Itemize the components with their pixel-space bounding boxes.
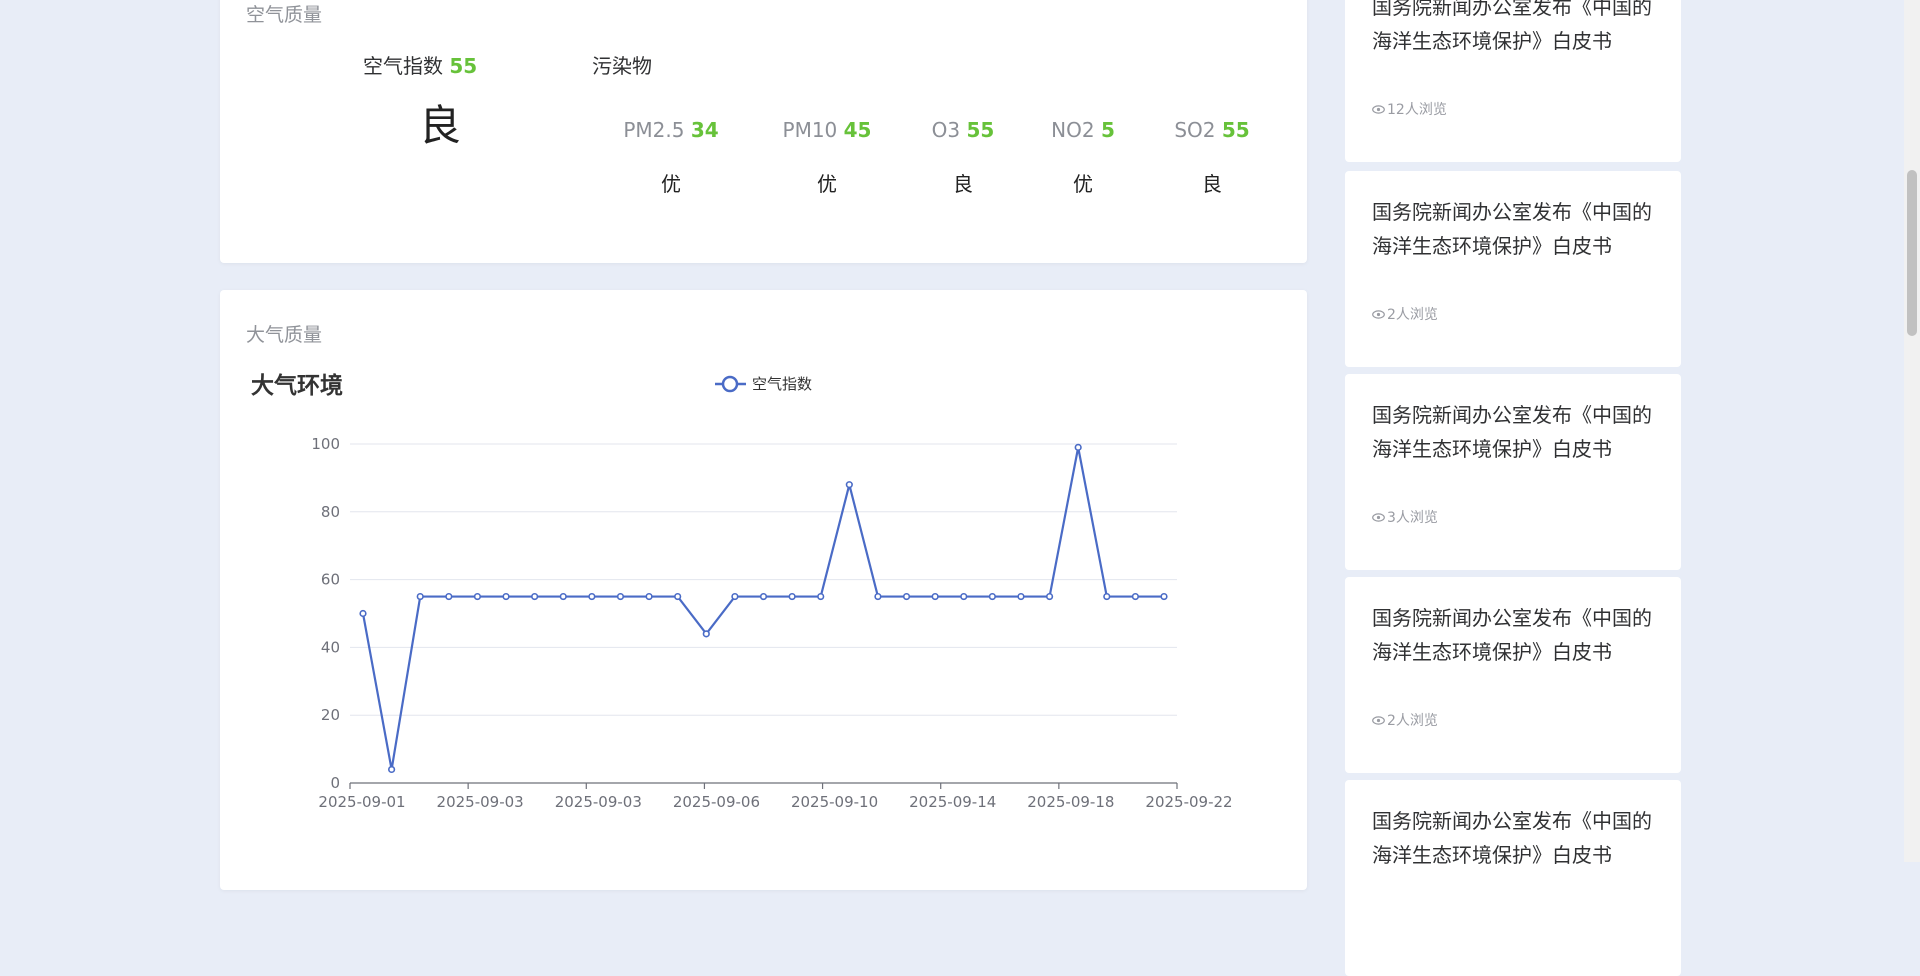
air-quality-title: 空气质量: [246, 4, 323, 26]
pollutant-level: 优: [817, 172, 837, 196]
news-views-text: 2人浏览: [1387, 713, 1438, 729]
y-tick-label: 100: [311, 435, 340, 453]
pollutant-value: 45: [843, 118, 872, 142]
news-views-text: 2人浏览: [1387, 307, 1438, 323]
aqi-label-text: 空气指数: [363, 54, 443, 78]
eye-icon: [1372, 715, 1385, 725]
pollutant-pm10: PM10 45 优: [757, 118, 897, 197]
news-item[interactable]: 国务院新闻办公室发布《中国的海洋生态环境保护》白皮书: [1345, 780, 1681, 976]
x-tick-label: 2025-09-22: [1145, 793, 1232, 811]
data-point: [788, 592, 796, 601]
pollutant-name: SO2: [1174, 118, 1216, 142]
data-point: [674, 592, 682, 601]
pollutant-value: 55: [1221, 118, 1250, 142]
legend-marker: [721, 375, 739, 393]
pollutant-level: 优: [1073, 172, 1093, 196]
data-point: [817, 592, 825, 601]
aqi-label: 空气指数 55: [363, 50, 477, 79]
data-point: [388, 765, 396, 774]
data-point: [931, 592, 939, 601]
data-point: [588, 592, 596, 601]
news-views: 2人浏览: [1372, 710, 1438, 730]
x-tick-label: 2025-09-18: [1027, 793, 1114, 811]
data-point: [445, 592, 453, 601]
data-point: [559, 592, 567, 601]
news-views: 3人浏览: [1372, 507, 1438, 527]
pollutant-name: PM2.5: [623, 118, 685, 142]
pollutant-level: 优: [661, 172, 681, 196]
pollutant-value: 5: [1100, 118, 1115, 142]
pollutant-level: 良: [953, 172, 973, 196]
legend-label: 空气指数: [752, 375, 812, 393]
aqi-level: 良: [418, 101, 461, 150]
pollutant-so2: SO2 55 良: [1142, 118, 1282, 197]
eye-icon: [1372, 104, 1385, 114]
y-tick-label: 0: [330, 774, 340, 792]
data-point: [1074, 443, 1082, 451]
news-title[interactable]: 国务院新闻办公室发布《中国的海洋生态环境保护》白皮书: [1372, 195, 1662, 263]
x-tick-label: 2025-09-06: [673, 793, 760, 811]
news-views-text: 12人浏览: [1387, 102, 1447, 118]
data-point: [531, 592, 539, 601]
data-point: [616, 592, 625, 601]
pollutant-title: 污染物: [592, 54, 652, 78]
series-line: [361, 447, 1164, 770]
y-tick-label: 80: [321, 503, 340, 521]
news-views: 12人浏览: [1372, 99, 1447, 119]
pollutant-o3: O3 55 良: [893, 118, 1033, 197]
scrollbar-thumb[interactable]: [1907, 170, 1917, 336]
news-title[interactable]: 国务院新闻办公室发布《中国的海洋生态环境保护》白皮书: [1372, 0, 1662, 58]
data-point: [960, 592, 968, 601]
data-point: [473, 592, 482, 601]
y-tick-label: 60: [321, 571, 340, 589]
x-tick-label: 2025-09-03: [437, 793, 524, 811]
data-point: [502, 592, 510, 601]
y-tick-label: 20: [321, 706, 340, 724]
x-tick-label: 2025-09-01: [318, 793, 405, 811]
data-point: [1017, 592, 1025, 601]
data-point: [1131, 592, 1139, 601]
x-tick-label: 2025-09-03: [555, 793, 642, 811]
pollutant-name: NO2: [1051, 118, 1095, 142]
data-point: [845, 481, 853, 489]
news-item[interactable]: 国务院新闻办公室发布《中国的海洋生态环境保护》白皮书 12人浏览: [1345, 0, 1681, 162]
x-tick-label: 2025-09-10: [791, 793, 878, 811]
pollutant-level: 良: [1202, 172, 1222, 196]
news-views-text: 3人浏览: [1387, 510, 1438, 526]
news-title[interactable]: 国务院新闻办公室发布《中国的海洋生态环境保护》白皮书: [1372, 601, 1662, 669]
data-point: [416, 592, 424, 601]
pollutant-pm25: PM2.5 34 优: [601, 118, 741, 197]
data-point: [359, 609, 367, 618]
data-point: [1045, 592, 1054, 601]
air-quality-card: 空气质量 空气指数 55 良 污染物 PM2.5 34 优 PM10 45 优 …: [220, 0, 1307, 263]
data-point: [702, 630, 710, 638]
y-tick-label: 40: [321, 638, 340, 656]
news-item[interactable]: 国务院新闻办公室发布《中国的海洋生态环境保护》白皮书 2人浏览: [1345, 171, 1681, 367]
page-scrollbar[interactable]: [1904, 0, 1920, 862]
news-item[interactable]: 国务院新闻办公室发布《中国的海洋生态环境保护》白皮书 2人浏览: [1345, 577, 1681, 773]
atmosphere-line-chart[interactable]: 大气环境 空气指数 0 20 40 60 80 100 2025-09-01 2025-09-03…: [220, 290, 1307, 862]
data-point: [1103, 592, 1111, 601]
eye-icon: [1372, 512, 1385, 522]
pollutant-name: PM10: [782, 118, 838, 142]
data-point: [645, 592, 653, 601]
aqi-value: 55: [449, 54, 478, 78]
news-title[interactable]: 国务院新闻办公室发布《中国的海洋生态环境保护》白皮书: [1372, 398, 1662, 466]
news-item[interactable]: 国务院新闻办公室发布《中国的海洋生态环境保护》白皮书 3人浏览: [1345, 374, 1681, 570]
data-point: [874, 592, 882, 601]
news-views: 2人浏览: [1372, 304, 1438, 324]
data-point: [759, 592, 768, 601]
pollutant-value: 55: [966, 118, 995, 142]
atmosphere-card: 大气质量 大气环境 空气指数 0 20 40 60 80 100 2025-09-01 2025-…: [220, 290, 1307, 890]
x-tick-label: 2025-09-14: [909, 793, 996, 811]
data-point: [731, 592, 739, 601]
pollutant-no2: NO2 5 优: [1013, 118, 1153, 197]
data-point: [988, 592, 996, 601]
eye-icon: [1372, 309, 1385, 319]
data-point: [902, 592, 911, 601]
pollutant-value: 34: [690, 118, 719, 142]
pollutant-name: O3: [931, 118, 961, 142]
data-point: [1160, 592, 1168, 601]
chart-title: 大气环境: [251, 372, 343, 399]
